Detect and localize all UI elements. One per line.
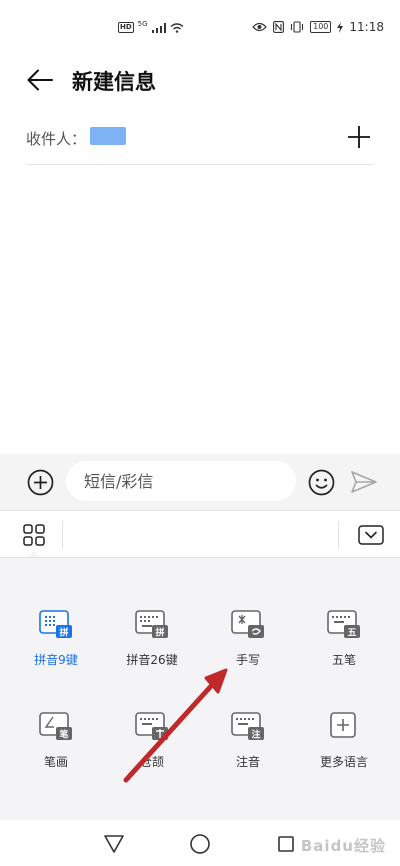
ime-label: 拼音26键 xyxy=(126,653,178,667)
square-recent-icon xyxy=(278,836,294,852)
input-method-panel: 拼 拼音9键 拼 拼音26键 手写 五 五笔 笔 笔画 仓颉 注 注音 更多语言 xyxy=(0,558,400,820)
ime-more-languages[interactable]: 更多语言 xyxy=(296,708,392,770)
keyboard-pinyin-icon: 拼 xyxy=(134,606,170,642)
ime-label: 笔画 xyxy=(43,755,68,769)
keyboard-toolbar xyxy=(0,510,400,558)
recipient-label: 收件人： xyxy=(26,130,87,148)
keyboard-wubi-icon: 五 xyxy=(326,606,362,642)
battery-level: 100 xyxy=(310,21,332,33)
message-input[interactable] xyxy=(66,461,296,501)
watermark: Baidu经验 xyxy=(300,837,386,855)
ime-cangjie[interactable]: 仓颉 xyxy=(104,708,200,770)
nfc-icon xyxy=(273,21,285,33)
ime-wubi[interactable]: 五 五笔 xyxy=(296,606,392,668)
recipient-chip[interactable] xyxy=(90,127,126,145)
ime-label: 注音 xyxy=(235,755,260,769)
ime-handwriting[interactable]: 手写 xyxy=(200,606,296,668)
input-method-grid: 拼 拼音9键 拼 拼音26键 手写 五 五笔 笔 笔画 仓颉 注 注音 更多语言 xyxy=(0,606,400,770)
add-recipient-button[interactable] xyxy=(344,122,374,152)
ime-label: 拼音9键 xyxy=(34,653,78,667)
plus-icon xyxy=(348,126,370,148)
svg-text:注: 注 xyxy=(251,729,260,741)
hd-badge: HD xyxy=(118,22,134,33)
ime-label: 仓颉 xyxy=(139,755,164,769)
grid-icon xyxy=(23,524,45,546)
smiley-icon xyxy=(308,469,334,495)
triangle-back-icon xyxy=(104,835,124,853)
recipient-row[interactable]: 收件人： xyxy=(26,118,374,165)
vibrate-icon xyxy=(290,21,304,33)
emoji-button[interactable] xyxy=(305,466,337,498)
svg-text:五: 五 xyxy=(347,628,356,639)
page-title: 新建信息 xyxy=(72,70,156,94)
eye-icon xyxy=(252,22,267,32)
ime-stroke[interactable]: 笔 笔画 xyxy=(8,708,104,770)
toolbar-divider xyxy=(338,521,339,549)
ime-label: 手写 xyxy=(235,653,260,667)
handwriting-icon xyxy=(230,606,266,642)
nav-back-button[interactable] xyxy=(100,830,128,858)
svg-text:拼: 拼 xyxy=(155,627,164,639)
keyboard-zhuyin-icon: 注 xyxy=(230,708,266,744)
wifi-icon xyxy=(170,22,184,33)
add-circle-icon xyxy=(27,469,53,495)
clock: 11:18 xyxy=(349,20,384,34)
send-icon xyxy=(351,471,377,493)
circle-home-icon xyxy=(190,834,210,854)
hide-keyboard-button[interactable] xyxy=(356,521,386,549)
navigation-bar: Baidu经验 xyxy=(0,820,400,866)
charging-icon xyxy=(337,21,344,33)
network-label: 5G xyxy=(137,19,148,28)
ime-pinyin-26[interactable]: 拼 拼音26键 xyxy=(104,606,200,668)
send-button[interactable] xyxy=(348,466,380,498)
svg-text:笔: 笔 xyxy=(59,729,68,741)
ime-label: 五笔 xyxy=(331,653,356,667)
attach-button[interactable] xyxy=(24,466,56,498)
ime-zhuyin[interactable]: 注 注音 xyxy=(200,708,296,770)
nav-home-button[interactable] xyxy=(186,830,214,858)
header: 新建信息 xyxy=(0,56,400,106)
status-bar: HD 5G 100 11:18 xyxy=(0,0,400,56)
active-tab-marker xyxy=(28,550,40,557)
svg-text:拼: 拼 xyxy=(59,627,68,639)
signal-icon xyxy=(151,22,166,33)
arrow-left-icon xyxy=(27,69,53,91)
back-button[interactable] xyxy=(24,64,56,96)
ime-label: 更多语言 xyxy=(319,755,368,769)
keyboard-collapse-icon xyxy=(358,525,384,545)
compose-bar xyxy=(0,454,400,510)
ime-pinyin-9[interactable]: 拼 拼音9键 xyxy=(8,606,104,668)
keyboard-menu-button[interactable] xyxy=(18,519,50,551)
nav-recent-button[interactable] xyxy=(272,830,300,858)
keyboard-pinyin-icon: 拼 xyxy=(38,606,74,642)
stroke-icon: 笔 xyxy=(38,708,74,744)
keyboard-cangjie-icon xyxy=(134,708,170,744)
toolbar-divider xyxy=(62,521,63,549)
add-box-icon xyxy=(326,708,362,744)
